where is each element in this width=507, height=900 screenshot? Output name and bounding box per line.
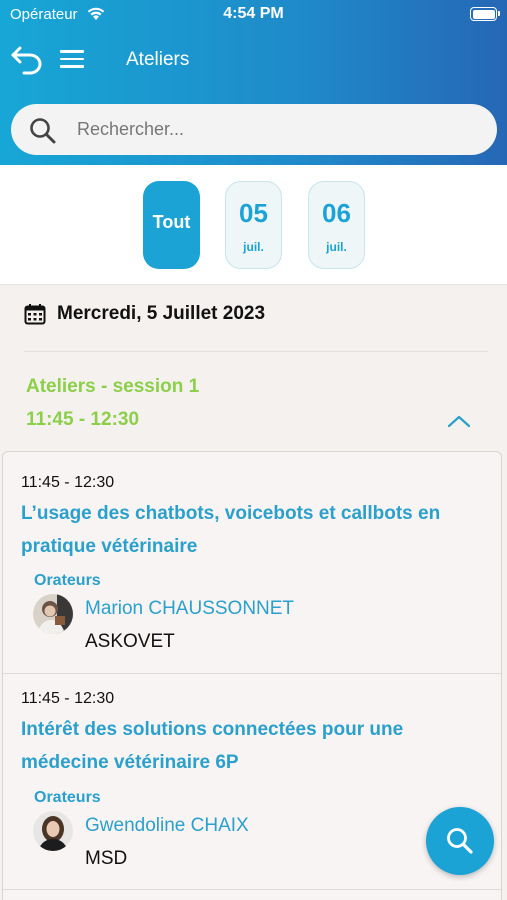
app-header: Opérateur 4:54 PM Ateliers xyxy=(0,0,507,165)
speaker-organization: ASKOVET xyxy=(85,631,175,652)
date-filter-day: 06 xyxy=(322,198,351,228)
speakers-label: Orateurs xyxy=(34,572,101,589)
date-filter-month: juil. xyxy=(243,240,264,254)
divider xyxy=(24,351,488,352)
date-filter-month: juil. xyxy=(326,240,347,254)
hamburger-menu-icon[interactable] xyxy=(60,50,84,70)
speakers-label: Orateurs xyxy=(34,789,101,806)
day-heading-text: Mercredi, 5 Juillet 2023 xyxy=(57,303,266,324)
session-time: 11:45 - 12:30 xyxy=(26,409,140,430)
divider xyxy=(3,889,501,890)
talk-time: 11:45 - 12:30 xyxy=(21,474,115,491)
date-filter-05[interactable]: 05 juil. xyxy=(225,181,282,269)
date-filter-day: 05 xyxy=(239,198,268,228)
speaker-name[interactable]: Marion CHAUSSONNET xyxy=(85,598,294,620)
date-filter-all[interactable]: Tout xyxy=(143,181,200,269)
avatar[interactable] xyxy=(33,594,73,634)
date-filter-all-label: Tout xyxy=(152,212,191,232)
calendar-icon xyxy=(24,304,46,325)
search-bar[interactable] xyxy=(11,104,497,155)
date-filter-strip: Tout 05 juil. 06 juil. xyxy=(0,165,507,285)
session-title: Ateliers - session 1 xyxy=(26,376,200,397)
search-icon xyxy=(447,828,473,854)
speaker-organization: MSD xyxy=(85,848,128,869)
avatar[interactable] xyxy=(33,811,73,851)
talk-title[interactable]: Intérêt des solutions connectées pour un… xyxy=(21,713,491,779)
search-icon xyxy=(30,118,56,144)
date-filter-06[interactable]: 06 juil. xyxy=(308,181,365,269)
speaker-name[interactable]: Gwendoline CHAIX xyxy=(85,815,249,837)
search-fab-button[interactable] xyxy=(426,807,494,875)
search-input[interactable] xyxy=(77,104,477,155)
chevron-up-icon[interactable] xyxy=(446,412,472,430)
undo-arrow-icon[interactable] xyxy=(10,44,46,76)
divider xyxy=(3,673,501,674)
battery-icon xyxy=(470,7,500,21)
status-time: 4:54 PM xyxy=(223,5,284,22)
page-title: Ateliers xyxy=(126,49,190,70)
talk-title[interactable]: L’usage des chatbots, voicebots et callb… xyxy=(21,497,491,563)
status-bar: Opérateur 4:54 PM xyxy=(0,0,507,30)
talk-time: 11:45 - 12:30 xyxy=(21,690,115,707)
